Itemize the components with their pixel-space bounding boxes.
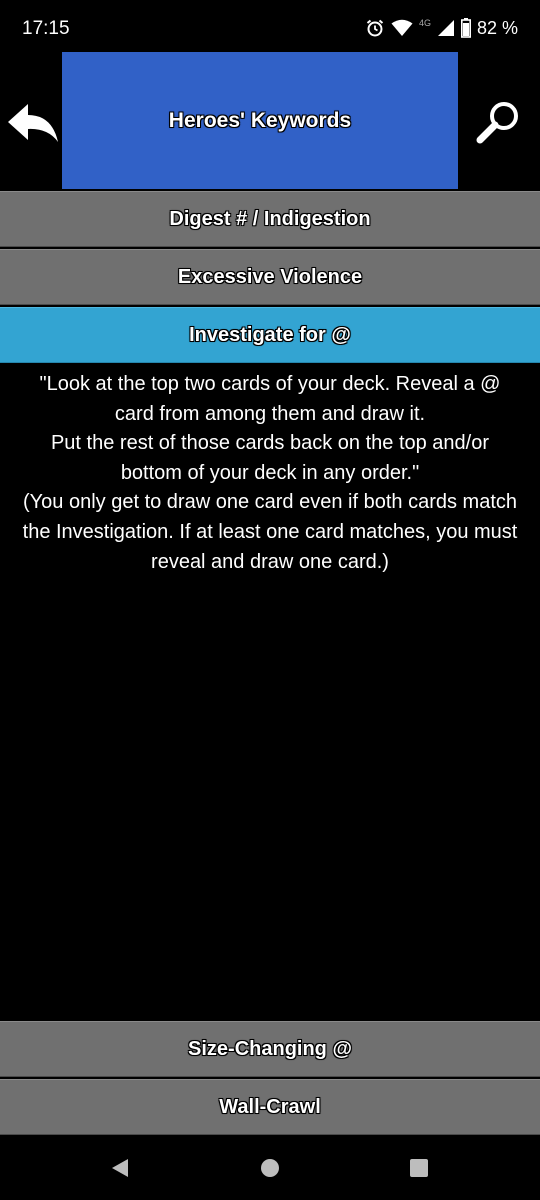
back-arrow-icon xyxy=(8,104,58,142)
app-header: Heroes' Keywords xyxy=(0,52,540,189)
search-icon xyxy=(476,102,518,144)
back-button[interactable] xyxy=(6,102,60,146)
cell-signal-icon xyxy=(437,20,454,36)
keyword-item-size-changing[interactable]: Size-Changing @ xyxy=(0,1021,540,1077)
keyword-item-excessive-violence[interactable]: Excessive Violence xyxy=(0,249,540,305)
keyword-item-digest[interactable]: Digest # / Indigestion xyxy=(0,191,540,247)
battery-percent: 82 % xyxy=(476,17,518,38)
alarm-icon xyxy=(366,19,384,37)
system-nav-bar xyxy=(0,1136,540,1200)
keyword-label: Investigate for @ xyxy=(189,323,351,346)
search-button[interactable] xyxy=(474,98,524,148)
page-title: Heroes' Keywords xyxy=(168,108,352,132)
status-time: 17:15 xyxy=(22,18,70,39)
nav-back-button[interactable] xyxy=(108,1156,132,1180)
keyword-label: Digest # / Indigestion xyxy=(169,207,371,230)
nav-recents-button[interactable] xyxy=(407,1156,431,1180)
wifi-icon xyxy=(391,19,413,36)
battery-icon xyxy=(460,18,471,38)
title-bar: Heroes' Keywords xyxy=(62,52,458,189)
nav-home-button[interactable] xyxy=(258,1156,282,1180)
network-type-label: 4G xyxy=(418,18,431,28)
keyword-item-wall-crawl[interactable]: Wall-Crawl xyxy=(0,1079,540,1135)
status-bar: 17:15 4G 82 % xyxy=(0,0,540,52)
keyword-label: Size-Changing @ xyxy=(188,1037,352,1060)
nav-back-icon xyxy=(112,1159,128,1177)
status-icons: 4G 82 % xyxy=(365,16,518,40)
nav-home-icon xyxy=(261,1159,279,1177)
keyword-label: Excessive Violence xyxy=(177,265,363,288)
keyword-description: "Look at the top two cards of your deck.… xyxy=(22,373,518,573)
nav-recents-icon xyxy=(410,1159,428,1177)
keyword-label: Wall-Crawl xyxy=(219,1095,321,1118)
keyword-item-investigate[interactable]: Investigate for @ xyxy=(0,307,540,363)
